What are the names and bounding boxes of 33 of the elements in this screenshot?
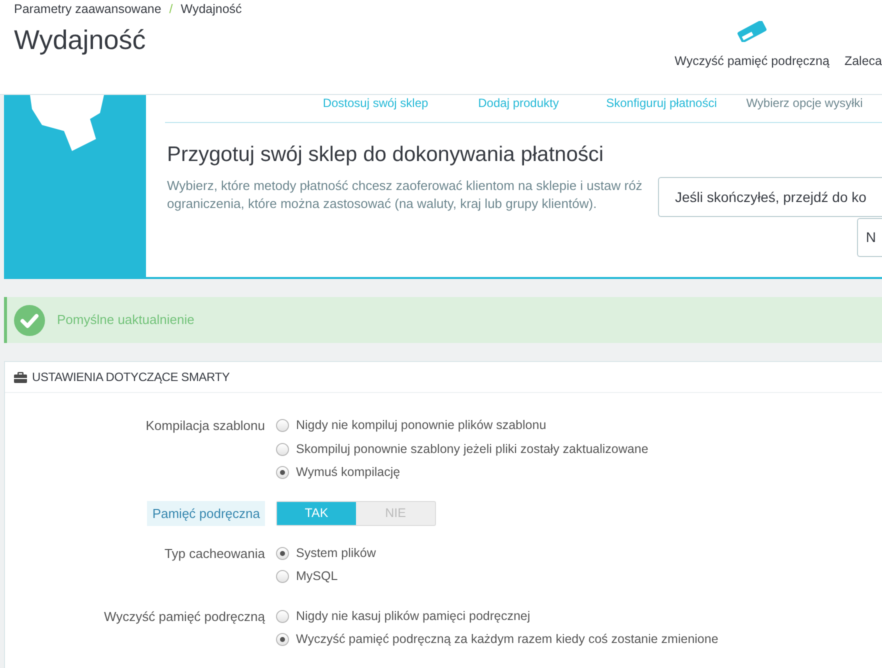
field-label: Typ cacheowania [164, 544, 265, 563]
radio-button[interactable] [276, 633, 289, 646]
toolbar-button[interactable]: Zaleca [844, 21, 882, 68]
field-label: Wyczyść pamięć podręczną [104, 608, 265, 626]
breadcrumb-current: Wydajność [180, 2, 242, 16]
field-label: Kompilacja szablonu [146, 417, 265, 435]
toolbar-button[interactable]: Wyczyść pamięć podręczną [674, 21, 830, 68]
onboarding-heading: Przygotuj swój sklep do dokonywania płatności [167, 142, 605, 168]
option-label[interactable]: System plików [296, 544, 376, 563]
radio-button[interactable] [276, 570, 289, 584]
panel-title: USTAWIENIA DOTYCZĄCE SMARTY [32, 369, 230, 386]
onboarding-description: Wybierz, które metody płatność chcesz zaoferować klientom na sklepie i ustaw róż ograniczenia, które można zastosować (na waluty, kraj lub grupy klientów). [167, 177, 644, 213]
option-label[interactable]: Wyczyść pamięć podręczną za każdym razem kiedy coś zostanie zmienione [296, 630, 718, 650]
breadcrumb-separator: / [169, 2, 173, 16]
step-link[interactable]: Wybierz opcje wysyłki [733, 95, 876, 122]
briefcase-icon [14, 372, 27, 382]
page-title: Wydajność [14, 24, 147, 57]
field-label: Pamięć podręczna [147, 500, 265, 526]
radio-button[interactable] [276, 610, 289, 623]
check-circle-icon [14, 304, 45, 336]
onboarding-button[interactable]: Jeśli skończyłeś, przejdź do ko [658, 177, 882, 217]
radio-button[interactable] [276, 466, 289, 480]
breadcrumb-link[interactable]: Parametry zaawansowane [14, 2, 162, 16]
radio-button[interactable] [276, 419, 289, 432]
option-label[interactable]: Nigdy nie kasuj plików pamięci podręcznej [296, 606, 530, 626]
alert-message: Pomyślne uaktualnienie [57, 311, 194, 330]
option-label[interactable]: Wymuś kompilację [296, 463, 400, 482]
radio-button[interactable] [276, 442, 289, 456]
radio-button[interactable] [276, 546, 289, 560]
option-label[interactable]: Skompiluj ponownie szablony jeżeli pliki zostały zaktualizowane [296, 440, 648, 459]
onboarding-button[interactable]: N [856, 218, 882, 257]
option-label[interactable]: MySQL [296, 567, 338, 586]
option-label[interactable]: Nigdy nie kompiluj ponownie plików szablonu [296, 416, 546, 436]
